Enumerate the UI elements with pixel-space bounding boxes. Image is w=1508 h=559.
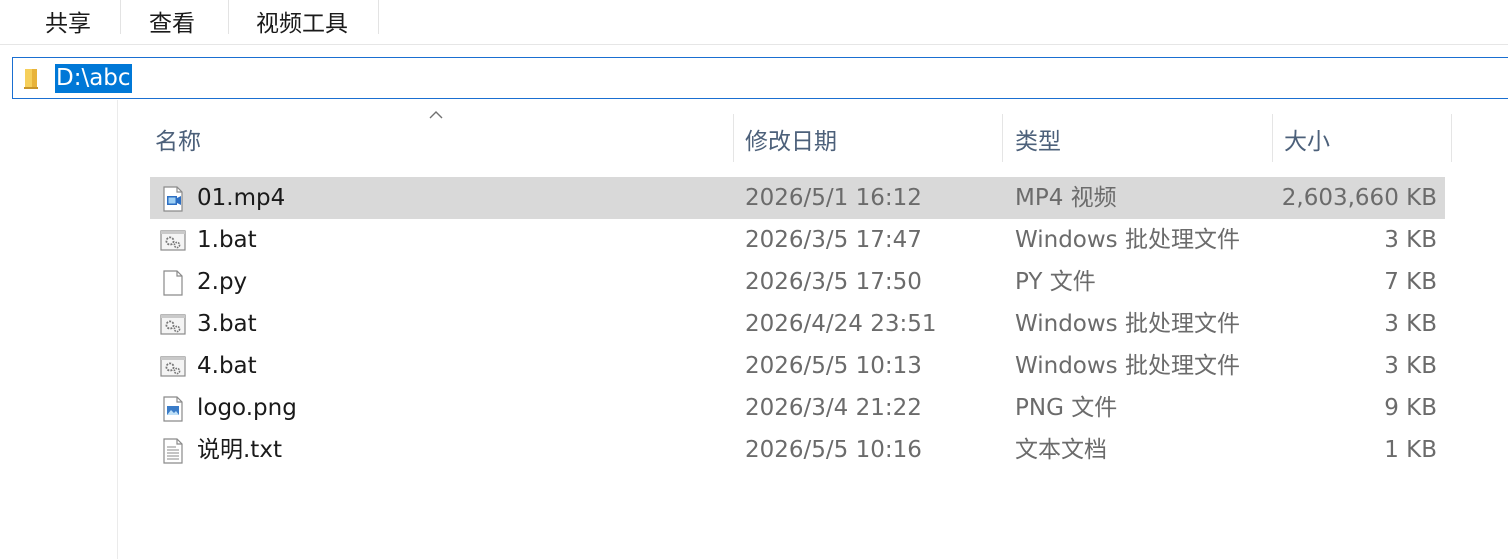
text-file-icon <box>163 438 183 464</box>
column-header-name[interactable]: 名称 <box>155 116 725 162</box>
file-row[interactable]: 1.bat 2026/3/5 17:47 Windows 批处理文件 3 KB <box>150 219 1445 261</box>
file-type: 文本文档 <box>1015 437 1107 463</box>
tab-view[interactable]: 查看 <box>126 0 218 42</box>
blank-file-icon <box>163 270 183 296</box>
ribbon: 共享 查看 视频工具 <box>0 0 1508 45</box>
file-type: Windows 批处理文件 <box>1015 353 1240 379</box>
file-date: 2026/5/5 10:16 <box>745 437 922 463</box>
column-header-date[interactable]: 修改日期 <box>745 116 995 162</box>
video-file-icon <box>163 186 183 212</box>
file-date: 2026/3/4 21:22 <box>745 395 922 421</box>
file-row[interactable]: 01.mp4 2026/5/1 16:12 MP4 视频 2,603,660 K… <box>150 177 1445 219</box>
file-date: 2026/4/24 23:51 <box>745 311 937 337</box>
file-size: 7 KB <box>1384 269 1437 295</box>
file-name: 说明.txt <box>197 437 282 463</box>
column-divider[interactable] <box>1272 114 1273 162</box>
file-size: 3 KB <box>1384 353 1437 379</box>
file-size: 1 KB <box>1384 437 1437 463</box>
file-date: 2026/5/5 10:13 <box>745 353 922 379</box>
file-type: Windows 批处理文件 <box>1015 311 1240 337</box>
file-row[interactable]: 2.py 2026/3/5 17:50 PY 文件 7 KB <box>150 261 1445 303</box>
column-divider[interactable] <box>1451 114 1452 162</box>
file-name: logo.png <box>197 395 297 421</box>
ribbon-divider <box>228 0 229 34</box>
file-size: 9 KB <box>1384 395 1437 421</box>
address-path-input[interactable]: D:\abc <box>55 64 132 93</box>
file-date: 2026/5/1 16:12 <box>745 185 922 211</box>
batch-file-icon <box>160 356 186 377</box>
file-row[interactable]: 说明.txt 2026/5/5 10:16 文本文档 1 KB <box>150 429 1445 471</box>
column-divider[interactable] <box>1002 114 1003 162</box>
address-bar[interactable]: D:\abc <box>12 57 1508 99</box>
ribbon-divider <box>378 0 379 34</box>
file-name: 01.mp4 <box>197 185 286 211</box>
file-size: 3 KB <box>1384 227 1437 253</box>
file-type: MP4 视频 <box>1015 185 1117 211</box>
file-name: 3.bat <box>197 311 257 337</box>
folder-icon <box>24 69 38 89</box>
column-divider[interactable] <box>733 114 734 162</box>
file-row[interactable]: logo.png 2026/3/4 21:22 PNG 文件 9 KB <box>150 387 1445 429</box>
column-header-type[interactable]: 类型 <box>1015 116 1265 162</box>
file-date: 2026/3/5 17:47 <box>745 227 922 253</box>
file-name: 2.py <box>197 269 248 295</box>
image-file-icon <box>163 396 183 422</box>
file-type: Windows 批处理文件 <box>1015 227 1240 253</box>
file-name: 1.bat <box>197 227 257 253</box>
ribbon-divider <box>120 0 121 34</box>
file-size: 3 KB <box>1384 311 1437 337</box>
file-size: 2,603,660 KB <box>1281 185 1437 211</box>
file-type: PNG 文件 <box>1015 395 1118 421</box>
navigation-pane-divider <box>117 100 118 559</box>
tab-video-tools[interactable]: 视频工具 <box>236 0 368 42</box>
file-row[interactable]: 4.bat 2026/5/5 10:13 Windows 批处理文件 3 KB <box>150 345 1445 387</box>
file-date: 2026/3/5 17:50 <box>745 269 922 295</box>
column-header-size[interactable]: 大小 <box>1284 116 1444 162</box>
file-row[interactable]: 3.bat 2026/4/24 23:51 Windows 批处理文件 3 KB <box>150 303 1445 345</box>
tab-share[interactable]: 共享 <box>20 0 116 42</box>
batch-file-icon <box>160 230 186 251</box>
file-name: 4.bat <box>197 353 257 379</box>
file-type: PY 文件 <box>1015 269 1096 295</box>
batch-file-icon <box>160 314 186 335</box>
